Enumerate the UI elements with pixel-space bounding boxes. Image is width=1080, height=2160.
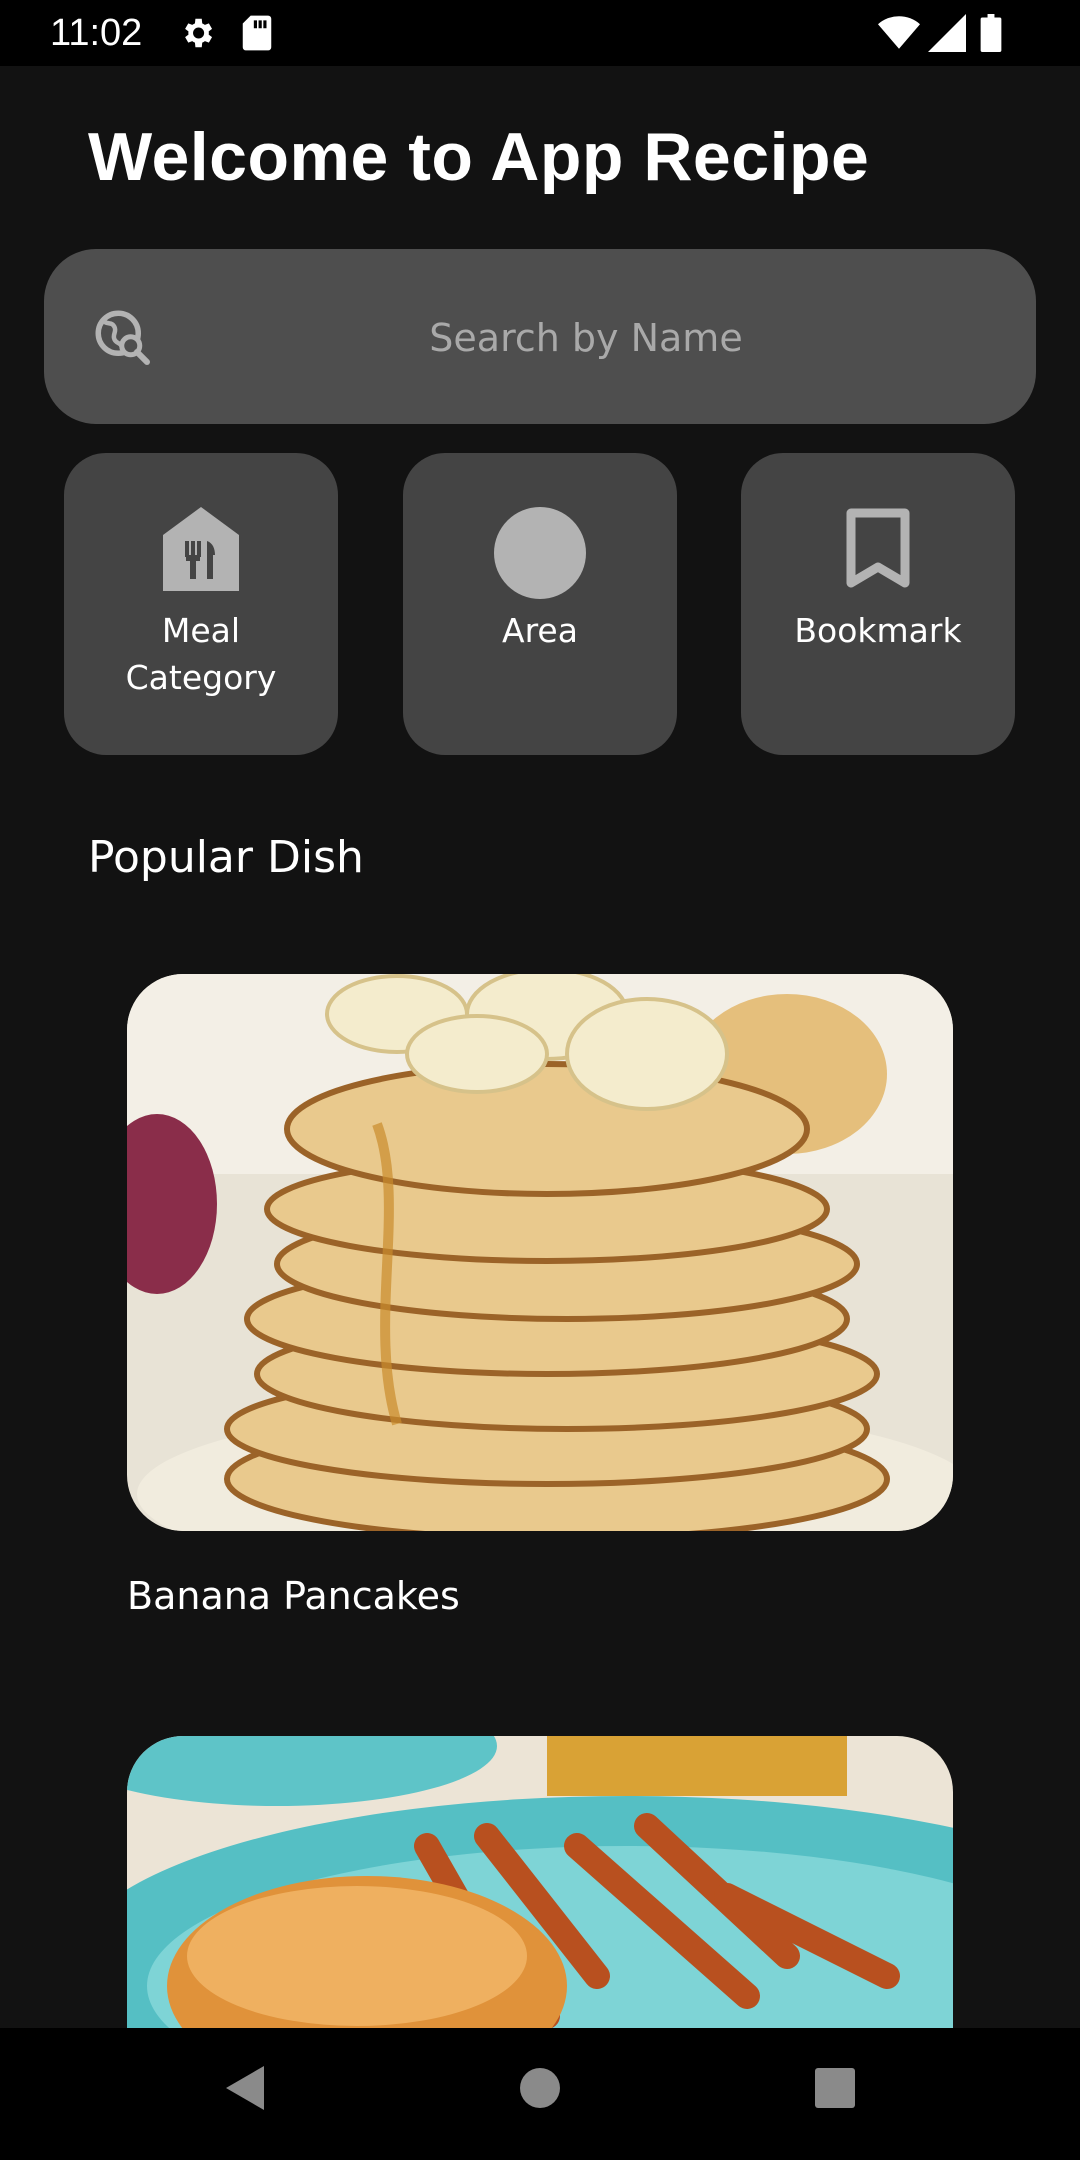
circle-icon — [494, 507, 586, 599]
signal-icon — [928, 14, 966, 52]
dish-name: Banana Pancakes — [127, 1574, 460, 1618]
meal-category-label: Meal Category — [125, 611, 277, 697]
navigation-bar — [0, 2028, 1080, 2160]
back-icon[interactable] — [218, 2058, 270, 2118]
dish-image[interactable] — [127, 974, 953, 1531]
area-button[interactable]: Area — [403, 453, 677, 755]
gear-icon — [185, 18, 213, 48]
popular-dish-title: Popular Dish — [88, 832, 364, 883]
home-icon[interactable] — [517, 2058, 563, 2118]
restaurant-house-icon — [163, 507, 239, 591]
search-bar[interactable] — [44, 249, 1036, 426]
page-title: Welcome to App Recipe — [88, 119, 870, 195]
area-label: Area — [502, 611, 578, 650]
bookmark-icon — [846, 508, 910, 588]
meal-category-button[interactable]: Meal Category — [64, 453, 338, 755]
battery-icon — [980, 14, 1002, 52]
bookmark-label: Bookmark — [794, 611, 962, 650]
bookmark-button[interactable]: Bookmark — [741, 453, 1015, 755]
wifi-icon — [878, 16, 920, 49]
status-bar: 11:02 — [0, 0, 1080, 66]
dish-card[interactable] — [127, 1736, 953, 2028]
search-globe-icon — [95, 310, 150, 365]
recents-icon[interactable] — [812, 2058, 858, 2118]
dish-image[interactable] — [127, 1736, 953, 2028]
search-input[interactable] — [184, 249, 988, 426]
sd-card-icon — [242, 15, 272, 51]
status-time: 11:02 — [50, 12, 143, 54]
dish-card[interactable]: Banana Pancakes — [127, 974, 953, 1618]
